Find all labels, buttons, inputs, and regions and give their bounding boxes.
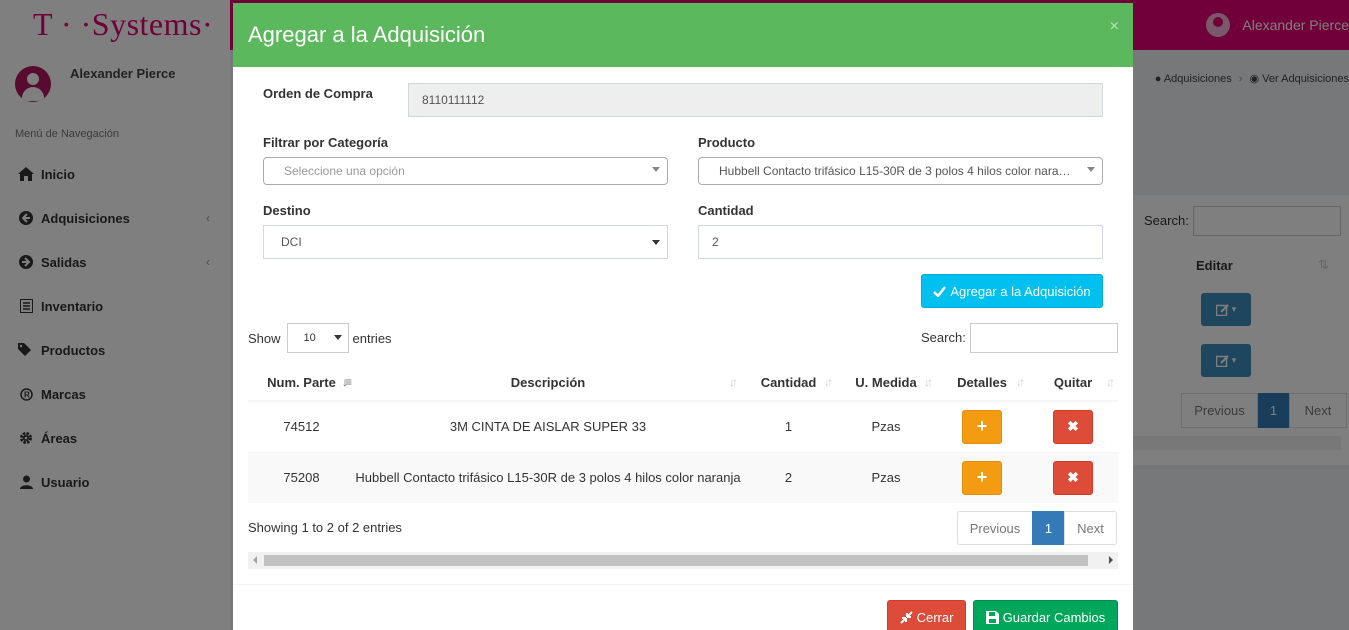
modal-footer-divider bbox=[233, 584, 1133, 585]
column-u-medida[interactable]: U. Medida ↓↑ bbox=[836, 365, 936, 402]
sort-icon: ↓↑ bbox=[1016, 375, 1025, 389]
entries-select[interactable]: 10 bbox=[286, 323, 349, 353]
scroll-left-icon[interactable] bbox=[253, 556, 257, 564]
agregar-modal: Agregar a la Adquisición × Orden de Comp… bbox=[233, 3, 1133, 630]
chevron-down-icon bbox=[652, 240, 660, 245]
next-button[interactable]: Next bbox=[1064, 511, 1117, 545]
details-button[interactable]: + bbox=[962, 460, 1002, 495]
table-row: 74512 3M CINTA DE AISLAR SUPER 33 1 Pzas… bbox=[248, 400, 1118, 452]
remove-button[interactable]: ✖ bbox=[1053, 409, 1093, 444]
sort-asc-icon: ↓≡ bbox=[341, 375, 352, 389]
orden-field: 8110111112 bbox=[408, 83, 1103, 117]
table-row: 75208 Hubbell Contacto trifásico L15-30R… bbox=[248, 451, 1118, 503]
table-header-row: Num. Parte ↓≡ Descripción ↓↑ Cantidad ↓↑ U.… bbox=[248, 365, 1118, 402]
scroll-right-icon[interactable] bbox=[1109, 556, 1113, 564]
page-1-button[interactable]: 1 bbox=[1032, 511, 1065, 545]
cantidad-input[interactable]: 2 bbox=[698, 225, 1103, 259]
close-icon[interactable]: × bbox=[1110, 18, 1119, 36]
cell-descripcion: 3M CINTA DE AISLAR SUPER 33 bbox=[355, 400, 741, 452]
close-icon: ✖ bbox=[1067, 469, 1079, 486]
cerrar-button[interactable]: Cerrar bbox=[887, 600, 966, 630]
sort-icon: ↓↑ bbox=[824, 375, 833, 389]
producto-select[interactable]: Hubbell Contacto trifásico L15-30R de 3 … bbox=[698, 157, 1103, 185]
cell-num-parte: 75208 bbox=[248, 451, 355, 503]
column-quitar[interactable]: Quitar ↓↑ bbox=[1028, 365, 1118, 402]
cell-unidad: Pzas bbox=[836, 400, 936, 452]
cell-descripcion: Hubbell Contacto trifásico L15-30R de 3 … bbox=[355, 451, 741, 503]
chevron-down-icon bbox=[1087, 167, 1095, 172]
search-label: Search: bbox=[921, 330, 966, 345]
column-num-parte[interactable]: Num. Parte ↓≡ bbox=[248, 365, 355, 402]
sort-icon: ↓↑ bbox=[924, 375, 933, 389]
producto-label: Producto bbox=[698, 135, 756, 150]
search-input[interactable] bbox=[970, 323, 1118, 353]
pagination: Previous 1 Next bbox=[957, 511, 1117, 545]
details-button[interactable]: + bbox=[962, 409, 1002, 444]
adquisicion-table: Num. Parte ↓≡ Descripción ↓↑ Cantidad ↓↑ U.… bbox=[248, 365, 1118, 503]
column-descripcion[interactable]: Descripción ↓↑ bbox=[355, 365, 741, 402]
cell-detalles: + bbox=[936, 451, 1028, 503]
cell-quitar: ✖ bbox=[1028, 451, 1118, 503]
destino-select[interactable]: DCI bbox=[263, 225, 668, 259]
compress-icon bbox=[899, 610, 913, 624]
datatable-length: Show 10 entries bbox=[248, 323, 392, 353]
guardar-button[interactable]: Guardar Cambios bbox=[973, 600, 1118, 630]
cell-unidad: Pzas bbox=[836, 451, 936, 503]
column-detalles[interactable]: Detalles ↓↑ bbox=[936, 365, 1028, 402]
horizontal-scrollbar[interactable] bbox=[248, 552, 1118, 569]
remove-button[interactable]: ✖ bbox=[1053, 460, 1093, 495]
sort-icon: ↓↑ bbox=[729, 375, 738, 389]
destino-label: Destino bbox=[263, 203, 311, 218]
modal-header: Agregar a la Adquisición × bbox=[233, 3, 1133, 67]
chevron-down-icon bbox=[333, 335, 342, 340]
cell-cantidad: 2 bbox=[741, 451, 836, 503]
orden-label: Orden de Compra bbox=[263, 86, 373, 101]
chevron-down-icon bbox=[652, 167, 660, 172]
cell-num-parte: 74512 bbox=[248, 400, 355, 452]
modal-title: Agregar a la Adquisición bbox=[248, 22, 486, 47]
table-info: Showing 1 to 2 of 2 entries bbox=[248, 520, 402, 535]
cell-detalles: + bbox=[936, 400, 1028, 452]
cantidad-label: Cantidad bbox=[698, 203, 754, 218]
scrollbar-thumb[interactable] bbox=[264, 555, 1088, 566]
close-icon: ✖ bbox=[1067, 418, 1079, 435]
categoria-select[interactable]: Seleccione una opción bbox=[263, 157, 668, 185]
agregar-button[interactable]: Agregar a la Adquisición bbox=[921, 274, 1103, 308]
previous-button[interactable]: Previous bbox=[957, 511, 1033, 545]
plus-icon: + bbox=[976, 416, 988, 437]
column-cantidad[interactable]: Cantidad ↓↑ bbox=[741, 365, 836, 402]
plus-icon: + bbox=[976, 467, 988, 488]
cell-cantidad: 1 bbox=[741, 400, 836, 452]
check-icon bbox=[933, 285, 947, 297]
cell-quitar: ✖ bbox=[1028, 400, 1118, 452]
sort-icon: ↓↑ bbox=[1106, 375, 1115, 389]
save-icon bbox=[985, 610, 999, 624]
categoria-label: Filtrar por Categoría bbox=[263, 135, 388, 150]
